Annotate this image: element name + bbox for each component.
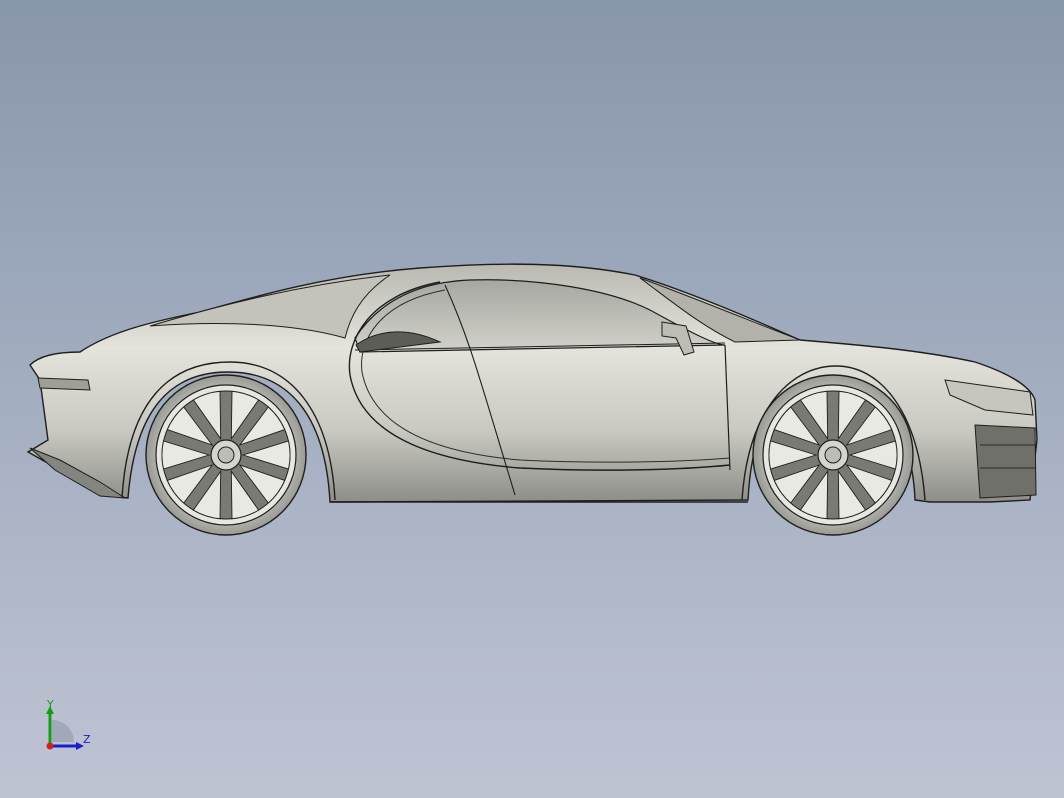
rear-lamp <box>37 377 91 391</box>
front-intake <box>974 424 1037 499</box>
view-triad[interactable]: Y Z <box>38 698 98 756</box>
triad-z-label: Z <box>83 733 91 746</box>
rear-wheel <box>145 374 307 536</box>
car-model[interactable] <box>0 0 1064 798</box>
graphics-viewport[interactable]: Y Z <box>0 0 1064 798</box>
triad-y-label: Y <box>47 698 54 711</box>
front-wheel <box>752 374 914 536</box>
